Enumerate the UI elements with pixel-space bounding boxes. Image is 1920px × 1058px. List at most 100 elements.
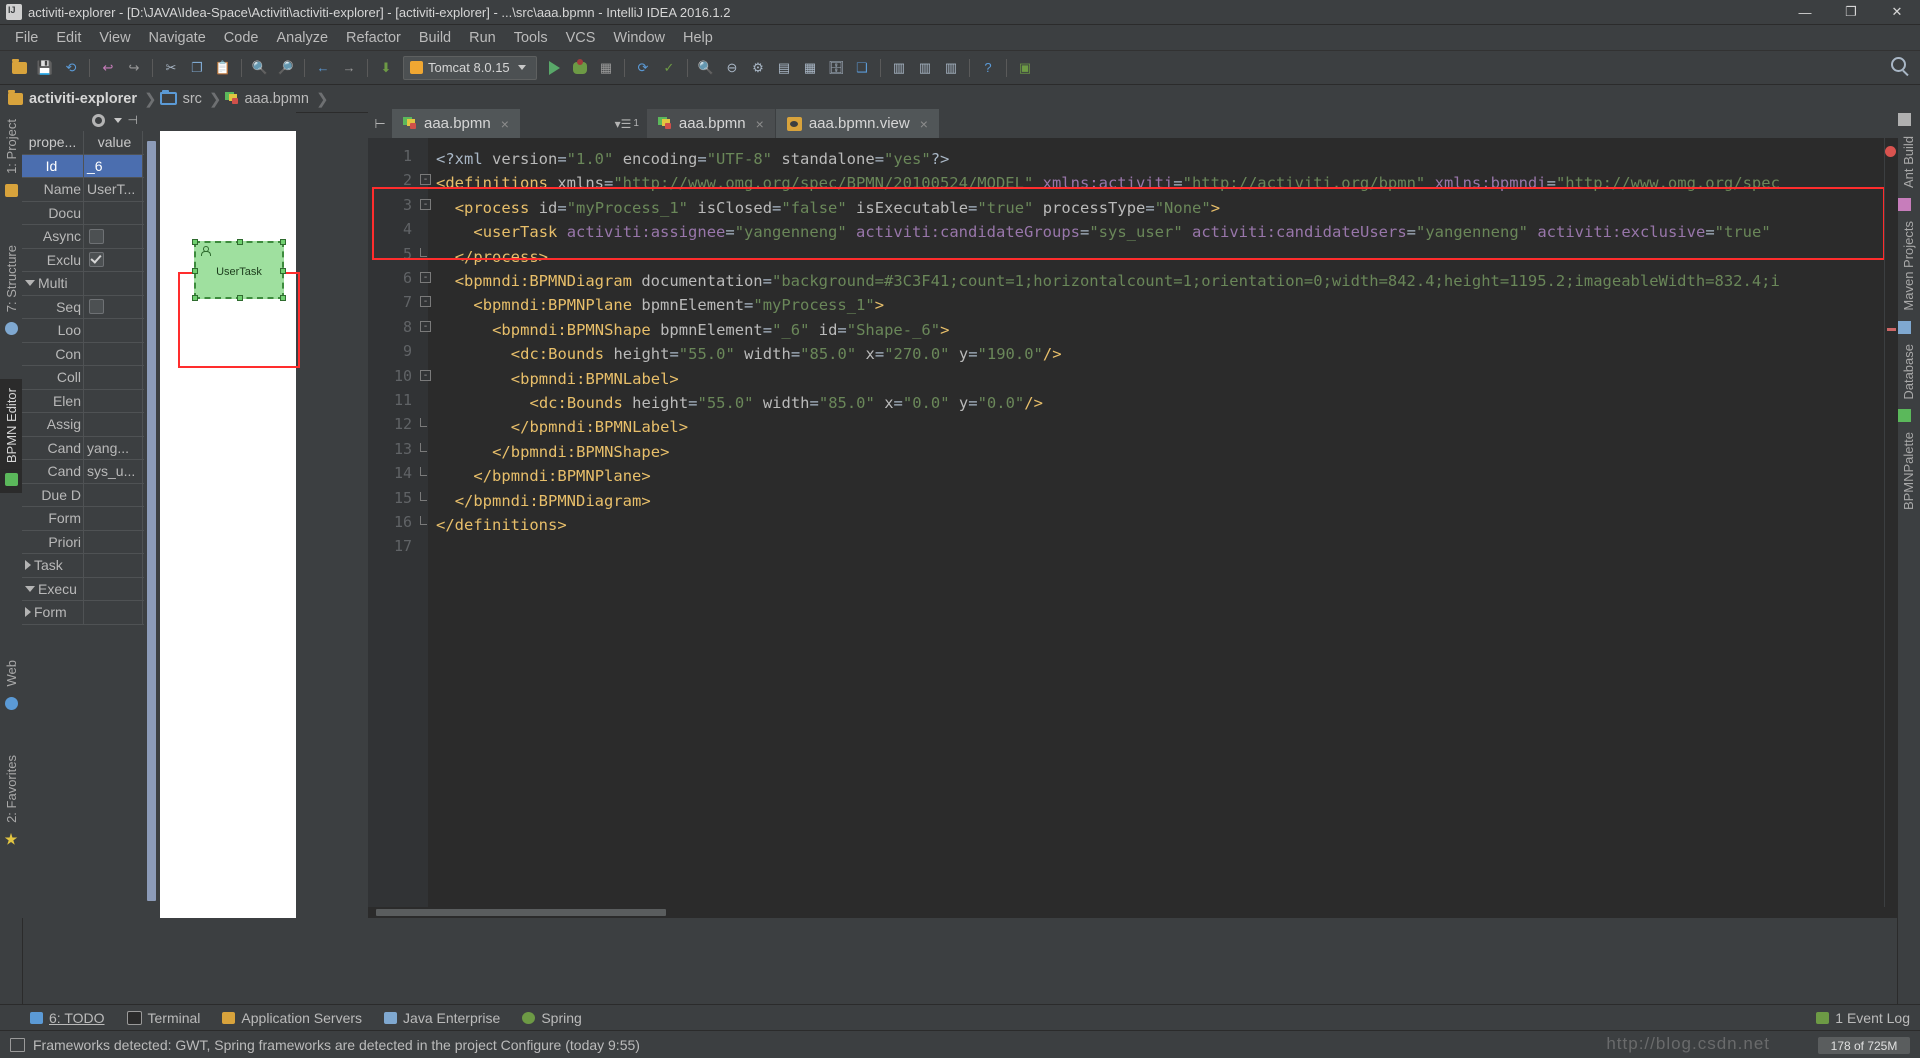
table-row[interactable]: Assig [22,413,144,437]
maximize-button[interactable]: ❐ [1828,0,1874,24]
sidebar-item-bpmn-editor[interactable]: BPMN Editor [0,382,22,470]
code-line[interactable]: </bpmndi:BPMNShape> [492,440,669,464]
property-value[interactable] [84,225,143,248]
code-line[interactable]: </bpmndi:BPMNDiagram> [455,489,651,513]
property-value[interactable] [84,483,143,506]
property-value[interactable]: UserT... [84,178,143,201]
code-fold-end-icon[interactable] [420,442,427,452]
code-fold-collapse-icon[interactable]: - [420,174,431,186]
code-line[interactable]: </definitions> [436,513,567,537]
menu-view[interactable]: View [90,28,139,48]
property-value[interactable] [84,295,143,318]
menu-window[interactable]: Window [604,28,674,48]
menu-file[interactable]: File [6,28,47,48]
replace-icon[interactable]: 🔎 [275,57,297,79]
table-row[interactable]: Task [22,554,144,578]
sidebar-item-structure[interactable]: 7: Structure [1,239,22,318]
sidebar-item-favorites[interactable]: 2: Favorites [1,749,22,829]
canvas-vertical-scrollbar[interactable] [144,131,160,918]
chevron-down-icon[interactable] [113,117,122,123]
error-marker[interactable] [1887,328,1896,331]
resize-handle[interactable] [280,268,286,274]
menu-navigate[interactable]: Navigate [140,28,215,48]
breadcrumb-item-project[interactable]: activiti-explorer [8,89,141,107]
coverage-button[interactable]: ▦ [595,57,617,79]
code-fold-end-icon[interactable] [420,516,427,525]
async-checkbox[interactable] [89,228,104,244]
code-fold-collapse-icon[interactable]: - [420,369,431,381]
gear-icon[interactable] [91,113,105,127]
align-center-icon[interactable]: ▥ [914,57,936,79]
code-fold-collapse-icon[interactable]: - [420,320,431,332]
table-row[interactable]: Priori [22,530,144,554]
sync-icon[interactable]: ⟲ [60,57,82,79]
code-line[interactable]: <bpmndi:BPMNShape bpmnElement="_6" id="S… [492,318,949,342]
close-icon[interactable]: × [920,116,928,132]
close-icon[interactable]: × [756,116,764,132]
resize-handle[interactable] [192,295,198,301]
property-group-key[interactable]: Task [22,554,84,577]
error-indicator-icon[interactable] [1885,146,1896,157]
undo-icon[interactable]: ↩ [97,57,119,79]
bottom-item-application-servers[interactable]: Application Servers [222,1010,362,1026]
property-group-key[interactable]: Multi [22,272,84,295]
structure-grid-icon[interactable]: ▤ [773,57,795,79]
run-configuration-selector[interactable]: Tomcat 8.0.15 [403,55,537,80]
paste-icon[interactable]: 📋 [212,57,234,79]
menu-analyze[interactable]: Analyze [267,28,337,48]
settings-icon[interactable]: ⚙ [747,57,769,79]
sidebar-item-ant-build[interactable]: Ant Build [1898,130,1919,194]
menu-tools[interactable]: Tools [505,28,557,48]
run-button[interactable] [543,57,565,79]
resize-handle[interactable] [192,239,198,245]
code-line[interactable]: <?xml version="1.0" encoding="UTF-8" sta… [436,147,949,171]
code-fold-collapse-icon[interactable]: - [420,296,431,308]
code-fold-collapse-icon[interactable]: - [420,198,431,210]
menu-run[interactable]: Run [460,28,505,48]
align-left-icon[interactable]: ▥ [888,57,910,79]
menu-help[interactable]: Help [674,28,722,48]
chevron-right-icon[interactable] [25,560,31,571]
table-row[interactable]: Form [22,601,144,625]
resize-handle[interactable] [237,295,243,301]
menu-vcs[interactable]: VCS [557,28,605,48]
table-row[interactable]: Async [22,225,144,249]
tab-aaa-bpmn-view[interactable]: aaa.bpmn.view × [775,109,940,138]
property-value[interactable]: yang... [84,436,143,459]
scrollbar-thumb[interactable] [376,909,666,916]
sidebar-item-project[interactable]: 1: Project [1,113,22,180]
code-fold-end-icon[interactable] [420,247,427,257]
zoom-out-icon[interactable]: ⊖ [721,57,743,79]
scrollbar-thumb[interactable] [147,141,156,901]
table-row[interactable]: Execu [22,577,144,601]
table-row[interactable]: Cand yang... [22,436,144,460]
code-line[interactable]: <definitions xmlns="http://www.omg.org/s… [436,171,1780,195]
commit-icon[interactable]: ✓ [658,57,680,79]
resize-handle[interactable] [237,239,243,245]
memory-indicator[interactable]: 178 of 725M [1818,1037,1910,1054]
forward-icon[interactable]: → [338,57,360,79]
table-row[interactable]: Form [22,507,144,531]
table-row[interactable]: Exclu [22,248,144,272]
breadcrumb-item-src[interactable]: src [159,90,206,107]
user-task-node[interactable]: UserTask [192,239,286,301]
editor-horizontal-scrollbar[interactable] [368,907,1885,918]
chevron-down-icon[interactable] [25,585,35,592]
code-fold-end-icon[interactable] [420,418,427,428]
sidebar-item-bpmn-palette[interactable]: BPMNPalette [1898,426,1919,516]
table-row[interactable]: Seq [22,295,144,319]
code-line[interactable]: <bpmndi:BPMNDiagram documentation="backg… [455,269,1780,293]
code-line[interactable]: </bpmndi:BPMNLabel> [511,415,688,439]
table-row[interactable]: Cand sys_u... [22,460,144,484]
minimize-button[interactable]: — [1782,0,1828,24]
status-message[interactable]: Frameworks detected: GWT, Spring framewo… [33,1037,640,1053]
sidebar-item-maven-projects[interactable]: Maven Projects [1898,215,1919,317]
code-editor[interactable]: 1 2-3-4 5 6-7-8-9 10-11 12 13 14 15 16 17 <?xml ve… [368,138,1898,918]
close-icon[interactable]: × [501,116,509,132]
exclusive-checkbox[interactable] [89,252,104,268]
hide-editor-tabs-icon[interactable]: ⊢ [368,109,392,138]
table-row[interactable]: Multi [22,272,144,296]
menu-code[interactable]: Code [215,28,268,48]
error-stripe[interactable] [1884,138,1898,918]
bpmn-palette-icon[interactable]: ▣ [1014,57,1036,79]
